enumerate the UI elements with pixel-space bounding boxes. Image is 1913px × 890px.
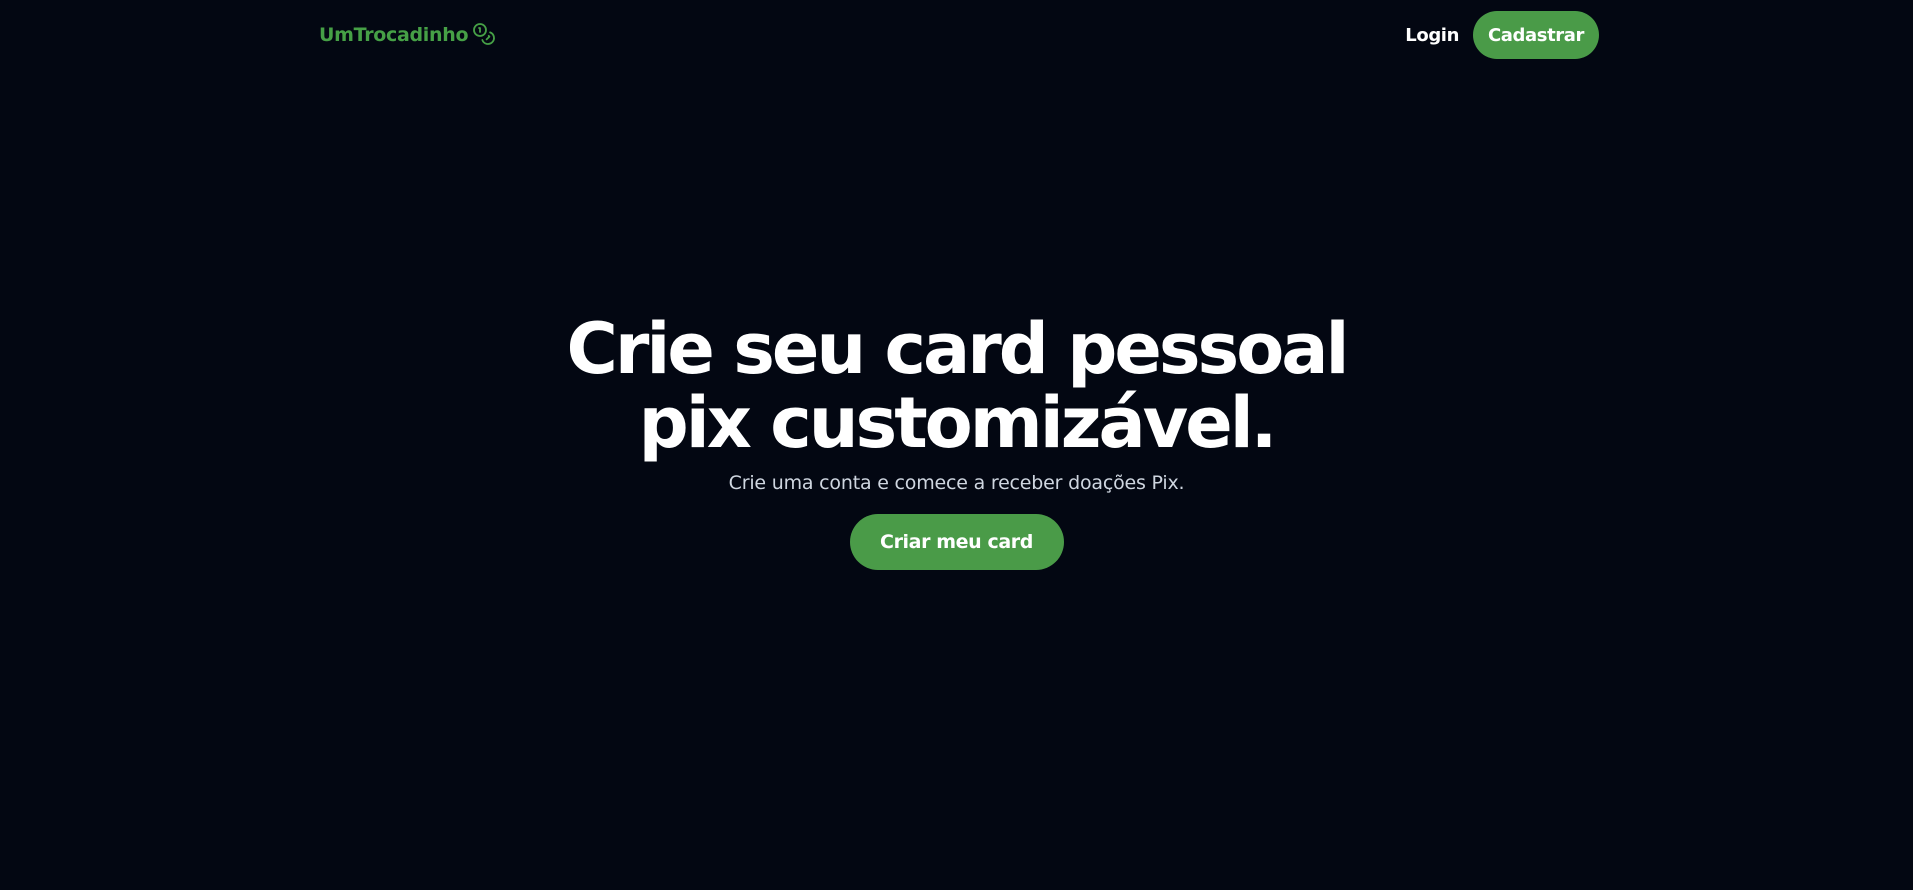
brand-logo-link[interactable]: UmTrocadinho bbox=[319, 22, 496, 46]
create-card-button[interactable]: Criar meu card bbox=[849, 514, 1064, 570]
hero-title-line-2: pix customizável. bbox=[638, 382, 1278, 464]
landing-page: UmTrocadinho Login Cadastrar Crie seu ca… bbox=[0, 0, 1913, 890]
signup-button[interactable]: Cadastrar bbox=[1473, 11, 1599, 59]
hero-title-line-1: Crie seu card pessoal bbox=[566, 308, 1349, 390]
hero-subtitle: Crie uma conta e comece a receber doaçõe… bbox=[728, 472, 1185, 494]
brand-name: UmTrocadinho bbox=[319, 24, 469, 46]
nav-actions: Login Cadastrar bbox=[1405, 11, 1599, 59]
hero-title: Crie seu card pessoal pix customizável. bbox=[566, 308, 1349, 464]
coins-icon bbox=[472, 22, 496, 46]
hero-section: Crie seu card pessoal pix customizável. … bbox=[0, 312, 1913, 570]
login-link[interactable]: Login bbox=[1405, 25, 1459, 46]
top-navbar: UmTrocadinho Login Cadastrar bbox=[319, 0, 1599, 70]
